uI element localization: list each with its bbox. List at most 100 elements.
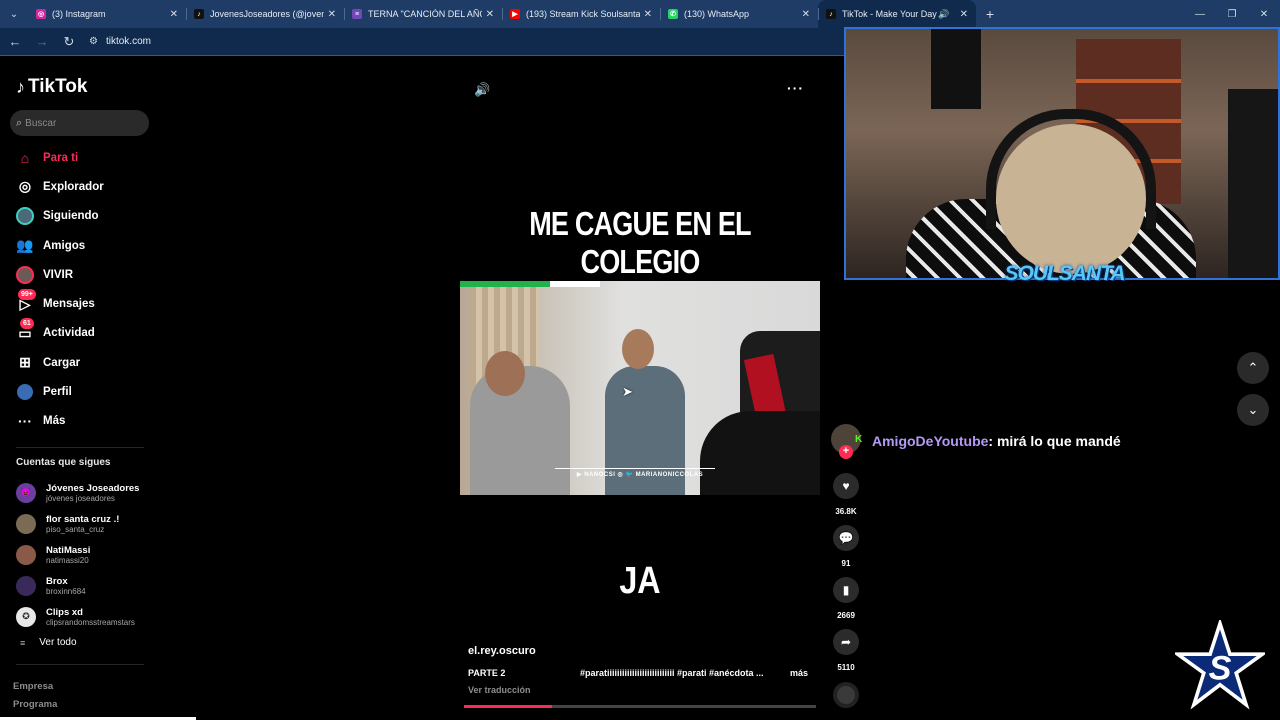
- url-text: tiktok.com: [105, 36, 151, 47]
- forms-icon: ≡: [352, 9, 362, 19]
- more-options-icon[interactable]: ···: [787, 80, 804, 96]
- tiktok-icon: ♪: [194, 9, 204, 19]
- music-disc-icon[interactable]: [833, 682, 859, 708]
- see-all-button[interactable]: ≡ Ver todo: [20, 637, 77, 648]
- sidebar-item-mas[interactable]: ··· Más: [0, 407, 160, 436]
- forward-arrow-icon[interactable]: →: [30, 30, 54, 54]
- divider: [16, 447, 144, 448]
- like-button[interactable]: ♥: [833, 473, 859, 499]
- account-handle: jóvenes joseadores: [46, 493, 115, 503]
- following-item[interactable]: 😈 Jóvenes Joseadores jóvenes joseadores: [16, 477, 156, 508]
- instagram-icon: ◎: [36, 9, 46, 19]
- window-controls: — ❐ ✕: [1184, 0, 1280, 28]
- sidebar-item-para-ti[interactable]: ⌂ Para ti: [0, 143, 160, 172]
- video-caption-bottom: JA: [619, 560, 661, 602]
- close-window-icon[interactable]: ✕: [1248, 0, 1280, 28]
- close-icon[interactable]: ✕: [328, 9, 336, 20]
- tab-title: (3) Instagram: [52, 9, 106, 19]
- tiktok-logo[interactable]: ♪ TikTok: [16, 76, 87, 98]
- sidebar-menu: ⌂ Para ti ◎ Explorador Siguiendo 👥 Amigo…: [0, 143, 160, 436]
- tab-title: TERNA "CANCIÓN DEL AÑO": [368, 9, 482, 19]
- share-arrow-icon: ➦: [840, 635, 852, 649]
- tab-search-dropdown-icon[interactable]: ⌄: [0, 0, 28, 28]
- tab-title: (130) WhatsApp: [684, 9, 750, 19]
- browser-tab[interactable]: ♪ JovenesJoseadores (@jovenesjo ✕: [186, 0, 344, 28]
- next-video-button[interactable]: ⌄: [1237, 394, 1269, 426]
- youtube-icon: ▶: [510, 9, 520, 19]
- sidebar-item-explorador[interactable]: ◎ Explorador: [0, 172, 160, 201]
- chevron-down-icon: ⌄: [1247, 402, 1259, 417]
- browser-tab-active[interactable]: ♪ TikTok - Make Your Day 🔊 ✕: [818, 0, 976, 28]
- search-icon: ⌕: [16, 116, 23, 129]
- browser-tab[interactable]: ≡ TERNA "CANCIÓN DEL AÑO" ✕: [344, 0, 502, 28]
- speaker-icon[interactable]: 🔊: [938, 9, 949, 20]
- following-item[interactable]: NatiMassi natimassi20: [16, 539, 156, 570]
- sidebar-item-label: Actividad: [43, 327, 95, 340]
- close-icon[interactable]: ✕: [170, 9, 178, 20]
- video-progress-bar[interactable]: [464, 705, 816, 708]
- streamer-logo: SOULSANTA: [1004, 262, 1125, 285]
- account-handle: natimassi20: [46, 555, 89, 565]
- sidebar-item-mensajes[interactable]: ▷ 99+ Mensajes: [0, 289, 160, 318]
- search-box[interactable]: ⌕: [10, 110, 149, 136]
- follow-plus-button[interactable]: +: [839, 445, 853, 459]
- previous-video-button[interactable]: ⌃: [1237, 352, 1269, 384]
- sidebar-item-perfil[interactable]: Perfil: [0, 377, 160, 406]
- close-icon[interactable]: ✕: [960, 9, 968, 20]
- following-avatar-icon: [16, 207, 34, 226]
- bookmark-icon: ▮: [842, 583, 850, 597]
- translate-button[interactable]: Ver traducción: [468, 685, 531, 695]
- following-item[interactable]: Brox broxinn684: [16, 570, 156, 601]
- following-item[interactable]: flor santa cruz .! piso_santa_cruz: [16, 508, 156, 539]
- footer-link-programa[interactable]: Programa: [13, 699, 57, 710]
- reload-icon[interactable]: ↻: [57, 30, 81, 54]
- streamer-star-logo-icon: S: [1175, 620, 1265, 710]
- restore-icon[interactable]: ❐: [1216, 0, 1248, 28]
- sidebar-item-cargar[interactable]: ⊞ Cargar: [0, 348, 160, 377]
- share-count: 5110: [837, 663, 855, 672]
- minimize-icon[interactable]: —: [1184, 0, 1216, 28]
- following-item[interactable]: ✪ Clips xd clipsrandomsstreamstars: [16, 601, 156, 632]
- save-button[interactable]: ▮: [833, 577, 859, 603]
- video-top-controls: 🔊 ···: [470, 80, 810, 100]
- browser-tab[interactable]: ◎ (3) Instagram ✕: [28, 0, 186, 28]
- sidebar-item-vivir[interactable]: VIVIR: [0, 260, 160, 289]
- share-button[interactable]: ➦: [833, 629, 859, 655]
- activity-badge: 61: [20, 318, 34, 330]
- sidebar-item-siguiendo[interactable]: Siguiendo: [0, 202, 160, 231]
- browser-tab[interactable]: ✆ (130) WhatsApp ✕: [660, 0, 818, 28]
- comment-button[interactable]: 💬: [833, 525, 859, 551]
- volume-icon[interactable]: 🔊: [474, 82, 490, 98]
- sidebar-item-label: Para ti: [43, 151, 79, 164]
- close-icon[interactable]: ✕: [486, 9, 494, 20]
- video-frame[interactable]: ▶ NANOCSI ◎ 🐦 MARIANONICCOLAS: [460, 281, 820, 495]
- sidebar-item-amigos[interactable]: 👥 Amigos: [0, 231, 160, 260]
- account-name: flor santa cruz .!: [46, 513, 120, 525]
- chat-message: AmigoDeYoutube: mirá lo que mandé: [872, 433, 1121, 449]
- video-progress-fill: [464, 705, 552, 708]
- tab-title: (193) Stream Kick Soulsanta 20: [526, 9, 640, 19]
- sidebar-item-label: Cargar: [43, 356, 81, 369]
- back-arrow-icon[interactable]: ←: [3, 30, 27, 54]
- logo-text: TikTok: [28, 76, 88, 97]
- video-author[interactable]: el.rey.oscuro: [468, 645, 536, 657]
- close-icon[interactable]: ✕: [644, 9, 652, 20]
- video-hashtags[interactable]: #paratiiiiiiiiiiiiiiiiiiiiiiiiiii #parat…: [580, 668, 785, 678]
- sidebar-item-actividad[interactable]: ▭ 61 Actividad: [0, 318, 160, 348]
- sidebar-item-label: Perfil: [43, 386, 72, 399]
- browser-tab-bar: ⌄ ◎ (3) Instagram ✕ ♪ JovenesJoseadores …: [0, 0, 1280, 28]
- url-field[interactable]: ⚙ tiktok.com: [89, 36, 151, 47]
- browser-tab[interactable]: ▶ (193) Stream Kick Soulsanta 20 ✕: [502, 0, 660, 28]
- close-icon[interactable]: ✕: [802, 9, 810, 20]
- messages-badge: 99+: [18, 289, 36, 301]
- compass-icon: ◎: [18, 178, 32, 195]
- divider: [16, 664, 144, 665]
- chat-username: AmigoDeYoutube: [872, 433, 989, 449]
- heart-icon: ♥: [842, 479, 850, 493]
- footer-link-empresa[interactable]: Empresa: [13, 681, 53, 692]
- site-settings-icon[interactable]: ⚙: [89, 36, 98, 47]
- expand-description-button[interactable]: más: [790, 668, 808, 678]
- search-input[interactable]: [25, 117, 136, 129]
- new-tab-button[interactable]: +: [976, 0, 1004, 28]
- account-name: NatiMassi: [46, 544, 91, 556]
